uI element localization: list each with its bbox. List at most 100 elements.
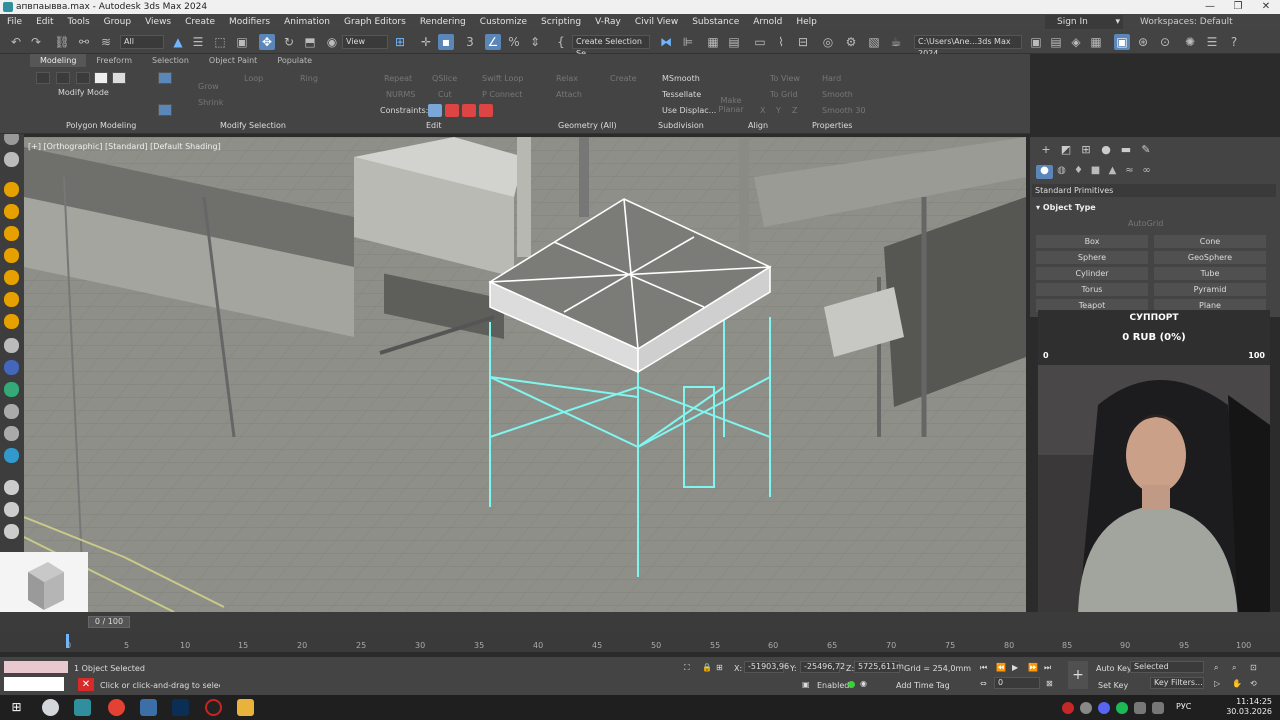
orbit-icon[interactable]: ⟲ — [1250, 679, 1257, 688]
group-edit[interactable]: Edit — [426, 121, 442, 130]
element-icon[interactable] — [112, 72, 126, 84]
use-displace-button[interactable]: Use Displac... — [662, 106, 716, 115]
window-crossing-icon[interactable]: ▣ — [234, 34, 250, 50]
next-frame-icon[interactable]: ⏩ — [1028, 663, 1038, 672]
snaps-toggle-icon[interactable]: 3 — [462, 34, 478, 50]
select-manipulate-icon[interactable]: ✛ — [418, 34, 434, 50]
zoom-all-icon[interactable]: ⌕ — [1232, 663, 1236, 673]
layer-manager-icon[interactable]: ☰ — [1204, 34, 1220, 50]
tab-selection[interactable]: Selection — [142, 54, 199, 67]
align-z-button[interactable]: Z — [792, 106, 797, 115]
loop-button[interactable]: Loop — [244, 74, 263, 83]
camera-icon[interactable] — [4, 152, 19, 167]
menu-graph-editors[interactable]: Graph Editors — [337, 17, 413, 27]
tray-volume-icon[interactable] — [1152, 702, 1164, 714]
select-and-scale-icon[interactable]: ⬒ — [302, 34, 318, 50]
cone-button[interactable]: Cone — [1154, 235, 1266, 248]
tab-object-paint[interactable]: Object Paint — [199, 54, 267, 67]
tray-app-icon[interactable] — [1062, 702, 1074, 714]
set-key-button[interactable]: Set Key — [1098, 681, 1128, 690]
cameras-icon[interactable]: ■ — [1087, 165, 1104, 179]
hierarchy-icon[interactable] — [4, 404, 19, 419]
tray-app-3-icon[interactable] — [1116, 702, 1128, 714]
reference-coordinate-dropdown[interactable]: View — [342, 35, 388, 49]
smooth-button[interactable]: Smooth — [822, 90, 853, 99]
render-region-icon[interactable] — [4, 524, 19, 539]
modify-mode-toggle-icon[interactable] — [158, 72, 172, 84]
hierarchy-tab-icon[interactable]: ⊞ — [1076, 143, 1096, 157]
field-of-view-icon[interactable]: ▷ — [1214, 679, 1220, 688]
app-photoshop-icon[interactable] — [172, 699, 189, 716]
light-icon[interactable] — [4, 182, 19, 197]
qslice-button[interactable]: QSlice — [432, 74, 457, 83]
menu-substance[interactable]: Substance — [685, 17, 746, 27]
shapes-icon[interactable]: ◍ — [1053, 165, 1070, 179]
curve-editor-icon[interactable]: ⌇ — [773, 34, 789, 50]
render-icon[interactable]: ◈ — [1068, 34, 1084, 50]
key-selection-dropdown[interactable]: Selected — [1130, 661, 1204, 673]
select-by-name-icon[interactable]: ☰ — [190, 34, 206, 50]
angle-snap-icon[interactable]: ∠ — [485, 34, 501, 50]
sphere-button[interactable]: Sphere — [1036, 251, 1148, 264]
polygon-icon[interactable] — [94, 72, 108, 84]
selection-filter-dropdown[interactable]: All — [120, 35, 164, 49]
box-button[interactable]: Box — [1036, 235, 1148, 248]
viewport-label[interactable]: [+] [Orthographic] [Standard] [Default S… — [28, 142, 221, 151]
make-planar-button[interactable]: Make Planar — [718, 96, 744, 114]
time-config-icon[interactable]: ⊠ — [1046, 679, 1053, 688]
select-and-rotate-icon[interactable]: ↻ — [281, 34, 297, 50]
undo-icon[interactable]: ↶ — [8, 34, 24, 50]
ring-button[interactable]: Ring — [300, 74, 318, 83]
menu-customize[interactable]: Customize — [473, 17, 534, 27]
smooth-30-button[interactable]: Smooth 30 — [822, 106, 866, 115]
named-selection-sets-dropdown[interactable]: Create Selection Se — [572, 35, 650, 58]
utilities-tab-icon[interactable]: ✎ — [1136, 143, 1156, 157]
app-folder-icon[interactable] — [237, 699, 254, 716]
edge-icon[interactable] — [56, 72, 70, 84]
menu-create[interactable]: Create — [178, 17, 222, 27]
time-slider-thumb[interactable]: 0 / 100 — [88, 616, 130, 628]
x-coordinate-field[interactable]: -51903,96 — [744, 661, 789, 673]
menu-modifiers[interactable]: Modifiers — [222, 17, 277, 27]
group-align[interactable]: Align — [748, 121, 768, 130]
keyboard-shortcut-override-icon[interactable]: ▪ — [438, 34, 454, 50]
add-time-tag-button[interactable]: Add Time Tag — [896, 681, 950, 690]
vray-icon[interactable]: ⊙ — [1157, 34, 1173, 50]
system-clock[interactable]: 11:14:25 30.03.2026 — [1226, 697, 1272, 717]
maxscript-listener[interactable] — [4, 661, 68, 673]
menu-rendering[interactable]: Rendering — [413, 17, 473, 27]
menu-tools[interactable]: Tools — [61, 17, 97, 27]
menu-help[interactable]: Help — [789, 17, 824, 27]
z-coordinate-field[interactable]: 5725,611m — [854, 661, 904, 673]
create-button[interactable]: Create — [610, 74, 637, 83]
hard-button[interactable]: Hard — [822, 74, 841, 83]
group-polygon-modeling[interactable]: Polygon Modeling — [66, 121, 136, 130]
spinner-snap-icon[interactable]: ⇕ — [527, 34, 543, 50]
systems-icon[interactable]: ∞ — [1138, 165, 1155, 179]
constraint-face-icon[interactable] — [462, 104, 476, 117]
current-frame-field[interactable]: 0 — [994, 677, 1040, 689]
toggle-ribbon-icon[interactable]: ▭ — [752, 34, 768, 50]
shrink-button[interactable]: Shrink — [198, 98, 223, 107]
light-lister-icon[interactable]: ✺ — [1182, 34, 1198, 50]
zoom-extents-icon[interactable]: ⊡ — [1250, 663, 1257, 672]
p-connect-button[interactable]: P Connect — [482, 90, 522, 99]
edit-named-selection-icon[interactable]: { — [553, 34, 569, 50]
group-modify-selection[interactable]: Modify Selection — [220, 121, 286, 130]
menu-vray[interactable]: V-Ray — [588, 17, 628, 27]
geometry-icon[interactable]: ● — [1036, 165, 1053, 179]
y-coordinate-field[interactable]: -25496,72 — [800, 661, 845, 673]
group-properties[interactable]: Properties — [812, 121, 852, 130]
border-icon[interactable] — [76, 72, 90, 84]
constraint-edge-icon[interactable] — [445, 104, 459, 117]
bind-space-warp-icon[interactable]: ≋ — [98, 34, 114, 50]
ball-icon[interactable] — [4, 480, 19, 495]
sphere-icon[interactable] — [4, 360, 19, 375]
tray-app-2-icon[interactable] — [1080, 702, 1092, 714]
grow-button[interactable]: Grow — [198, 82, 219, 91]
lights-icon[interactable]: ♦ — [1070, 165, 1087, 179]
redo-icon[interactable]: ↷ — [28, 34, 44, 50]
menu-arnold[interactable]: Arnold — [746, 17, 789, 27]
select-and-move-icon[interactable]: ✥ — [259, 34, 275, 50]
use-pivot-center-icon[interactable]: ⊞ — [392, 34, 408, 50]
